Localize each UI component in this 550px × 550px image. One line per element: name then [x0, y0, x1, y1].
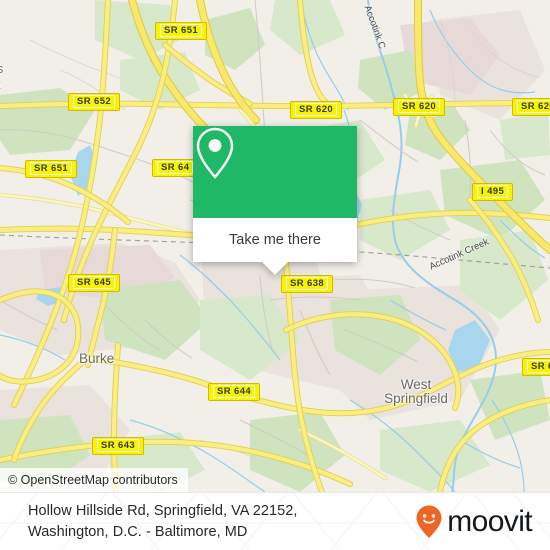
road-shield-label: SR 620	[398, 100, 441, 113]
road-shield-label: SR 643	[97, 439, 140, 452]
moovit-logo[interactable]: moovit	[414, 504, 536, 540]
road-shield-sr-638[interactable]: SR 638	[281, 275, 334, 293]
road-shield-sr-644[interactable]: SR 644	[208, 383, 261, 401]
location-pin-icon	[196, 127, 234, 179]
road-shield-sr-620-east[interactable]: SR 620	[512, 98, 550, 116]
place-label-west-springfield: West Springfield	[380, 378, 452, 406]
place-label-springfield: Springfield	[384, 391, 448, 406]
take-me-there-label: Take me there	[229, 232, 321, 248]
place-label-clipped-s: s	[0, 62, 4, 76]
footer-bar: Hollow Hillside Rd, Springfield, VA 2215…	[0, 492, 550, 550]
road-shield-label: SR 64	[527, 360, 550, 373]
road-shield-i-495[interactable]: I 495	[472, 183, 514, 201]
road-shield-sr-651-north[interactable]: SR 651	[155, 22, 208, 40]
popup-action-row[interactable]: Take me there	[193, 218, 357, 275]
road-shield-sr-652[interactable]: SR 652	[68, 93, 121, 111]
address-line-1: Hollow Hillside Rd, Springfield, VA 2215…	[28, 502, 298, 519]
map-canvas[interactable]: .landuse-green{fill:#cfe3bf;} .landuse-g…	[0, 0, 550, 492]
location-popup[interactable]: Take me there	[193, 126, 357, 275]
location-address: Hollow Hillside Rd, Springfield, VA 2215…	[28, 501, 414, 543]
road-shield-label: I 495	[477, 185, 509, 198]
map-screenshot: .landuse-green{fill:#cfe3bf;} .landuse-g…	[0, 0, 550, 550]
popup-tail	[262, 262, 288, 275]
popup-header	[193, 126, 357, 218]
road-shield-sr-645[interactable]: SR 645	[68, 274, 121, 292]
road-shield-label: SR 651	[30, 162, 73, 175]
osm-attribution[interactable]: © OpenStreetMap contributors	[0, 468, 188, 492]
road-shield-sr-620-west[interactable]: SR 620	[290, 101, 343, 119]
road-shield-label: SR 64	[157, 161, 194, 174]
road-shield-label: SR 645	[73, 276, 116, 289]
road-shield-label: SR 638	[286, 277, 329, 290]
road-shield-sr-64-behind-popup[interactable]: SR 64	[152, 159, 199, 177]
road-shield-sr-643[interactable]: SR 643	[92, 437, 145, 455]
road-shield-sr-64-east[interactable]: SR 64	[522, 358, 550, 376]
address-line-2: Washington, D.C. - Baltimore, MD	[28, 523, 248, 540]
road-shield-label: SR 620	[295, 103, 338, 116]
place-label-west: West	[400, 377, 432, 392]
road-shield-label: SR 644	[213, 385, 256, 398]
place-label-burke: Burke	[79, 351, 115, 366]
road-shield-label: SR 652	[73, 95, 116, 108]
moovit-wordmark: moovit	[447, 504, 532, 538]
moovit-pin-icon	[416, 505, 442, 538]
road-shield-label: SR 620	[517, 100, 550, 113]
road-shield-sr-620-center[interactable]: SR 620	[393, 98, 446, 116]
road-shield-sr-651-west[interactable]: SR 651	[25, 160, 78, 178]
road-shield-label: SR 651	[160, 24, 203, 37]
